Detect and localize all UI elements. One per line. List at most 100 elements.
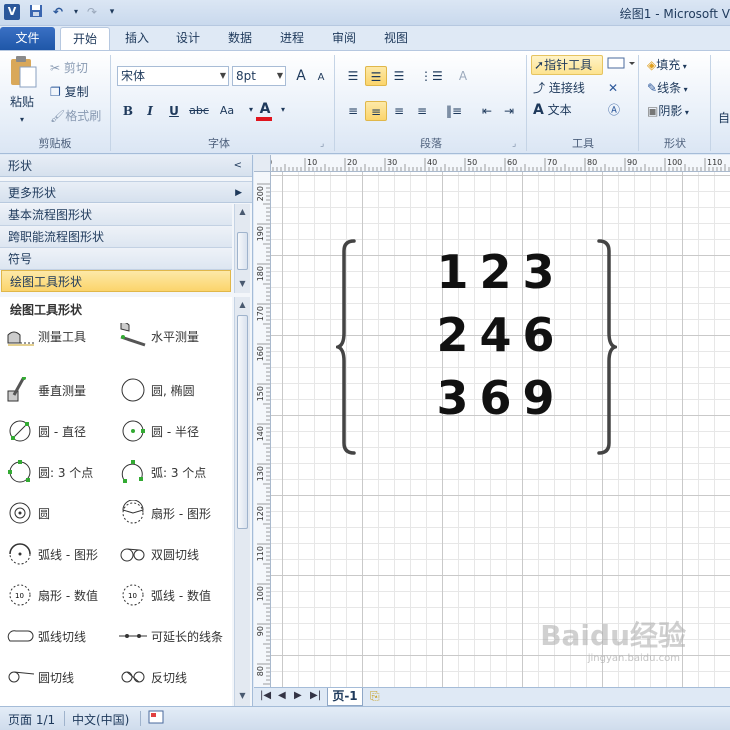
drawing-page[interactable]: 123 246 369 Baidu经验 jingyan.baidu.com: [271, 172, 730, 690]
tab-data[interactable]: 数据: [217, 27, 263, 50]
fill-button[interactable]: ◈填充 ▾: [647, 56, 687, 76]
bullets-icon[interactable]: ⋮☰: [420, 66, 443, 86]
redo-icon[interactable]: ↷: [84, 4, 100, 20]
cut-button[interactable]: ✂ 剪切: [50, 59, 88, 77]
shapes-scrollbar[interactable]: ▲ ▼: [234, 297, 250, 706]
bold-button[interactable]: B: [117, 101, 139, 121]
underline-button[interactable]: U: [163, 101, 185, 121]
ruler-label: 90: [627, 158, 637, 167]
font-size-combo[interactable]: 8pt ▼: [232, 66, 286, 86]
status-language[interactable]: 中文(中国): [72, 711, 129, 728]
collapse-pane-icon[interactable]: <: [234, 155, 242, 177]
align-middle-icon[interactable]: ☰: [365, 66, 387, 86]
shadow-button[interactable]: ▣阴影 ▾: [647, 102, 689, 122]
undo-dropdown-icon[interactable]: ▾: [68, 4, 84, 20]
chevron-down-icon: ▾: [682, 108, 689, 117]
last-page-icon[interactable]: ▶|: [310, 690, 321, 701]
stencil-cross-functional[interactable]: 跨职能流程图形状: [0, 226, 232, 248]
matrix-cell: 6: [479, 371, 512, 425]
stencil-basic-flowchart[interactable]: 基本流程图形状: [0, 204, 232, 226]
horizontal-ruler[interactable]: 0102030405060708090100110120130: [271, 155, 730, 172]
scroll-up-icon[interactable]: ▲: [235, 205, 250, 219]
scrollbar-thumb[interactable]: [237, 232, 248, 270]
matrix-cell: 9: [522, 371, 555, 425]
dialog-launcher-icon[interactable]: ⌟: [512, 135, 516, 153]
format-painter-button[interactable]: 🖌格式刷: [50, 107, 101, 125]
text-tool-button[interactable]: A 文本: [533, 101, 572, 119]
tab-design[interactable]: 设计: [165, 27, 211, 50]
macro-record-icon[interactable]: [148, 710, 164, 727]
strikethrough-button[interactable]: abc: [188, 101, 210, 121]
sector-value-icon: 10: [9, 584, 31, 606]
window-title: 绘图1 - Microsoft V: [619, 7, 730, 21]
font-name-combo[interactable]: 宋体 ▼: [117, 66, 229, 86]
stencil-symbols[interactable]: 符号: [0, 248, 232, 270]
paste-button[interactable]: 粘贴: [10, 93, 34, 111]
connection-point-icon[interactable]: ✕: [608, 79, 618, 97]
matrix-row-3[interactable]: 369: [431, 371, 581, 425]
pointer-tool-button[interactable]: ➚指针工具: [531, 55, 603, 75]
stencil-drawing-tools[interactable]: 绘图工具形状: [1, 270, 231, 292]
text-block-icon[interactable]: Ⓐ: [608, 101, 620, 119]
dialog-launcher-icon[interactable]: ⌟: [320, 135, 324, 153]
align-right-icon[interactable]: ≡: [388, 101, 410, 121]
svg-text:10: 10: [15, 592, 24, 600]
tab-process[interactable]: 进程: [269, 27, 315, 50]
vertical-ruler[interactable]: 200 190 180 170 160 150 140 130 120 110 100 90 80: [254, 172, 271, 690]
grow-font-button[interactable]: A: [290, 66, 312, 86]
matrix-row-1[interactable]: 123: [431, 245, 581, 299]
paste-icon[interactable]: [8, 55, 42, 95]
change-case-button[interactable]: Aa: [214, 101, 240, 121]
text-direction-icon[interactable]: A: [452, 66, 474, 86]
customize-toolbar-icon[interactable]: ▾: [104, 4, 120, 20]
status-page[interactable]: 页面 1/1: [8, 711, 55, 728]
scissors-icon: ✂: [50, 61, 61, 75]
align-bottom-icon[interactable]: ☰: [388, 66, 410, 86]
tab-insert[interactable]: 插入: [114, 27, 160, 50]
tab-review[interactable]: 审阅: [321, 27, 367, 50]
copy-button[interactable]: ❐ 复制: [50, 83, 89, 101]
scroll-down-icon[interactable]: ▼: [235, 689, 250, 703]
stencil-list-scrollbar[interactable]: ▲ ▼: [234, 204, 250, 293]
italic-button[interactable]: I: [139, 101, 161, 121]
divider: [638, 55, 639, 151]
scrollbar-thumb[interactable]: [237, 315, 248, 529]
tab-file[interactable]: 文件: [0, 27, 55, 50]
tab-home[interactable]: 开始: [60, 27, 110, 50]
shrink-font-button[interactable]: A: [310, 68, 332, 88]
increase-indent-icon[interactable]: ⇥: [498, 101, 520, 121]
prev-page-icon[interactable]: ◀: [278, 690, 286, 701]
rectangle-tool-icon[interactable]: [607, 56, 637, 75]
circle-icon: [121, 378, 145, 402]
scroll-down-icon[interactable]: ▼: [235, 277, 250, 291]
shapes-pane-header: 形状 <: [0, 155, 252, 177]
next-page-icon[interactable]: ▶: [294, 690, 302, 701]
scroll-up-icon[interactable]: ▲: [235, 298, 250, 312]
more-shapes-button[interactable]: 更多形状 ▶: [0, 181, 252, 203]
chevron-down-icon: ▾: [681, 85, 688, 94]
tab-view[interactable]: 视图: [373, 27, 419, 50]
align-top-icon[interactable]: ☰: [342, 66, 364, 86]
page-tab-1[interactable]: 页-1: [327, 688, 363, 706]
ruler-label: 110: [256, 546, 265, 561]
circle-radius-icon: [122, 420, 145, 442]
line-button[interactable]: ✎线条 ▾: [647, 79, 688, 99]
insert-page-icon[interactable]: ⎘: [370, 689, 380, 704]
right-brace[interactable]: [593, 237, 617, 457]
decrease-indent-icon[interactable]: ⇤: [476, 101, 498, 121]
align-left-icon[interactable]: ≡: [342, 101, 364, 121]
chevron-down-icon[interactable]: ▾: [272, 100, 294, 120]
line-spacing-icon[interactable]: ‖≡: [443, 101, 465, 121]
connector-tool-button[interactable]: ⤴ 连接线: [533, 79, 585, 97]
save-icon[interactable]: [28, 4, 44, 20]
justify-icon[interactable]: ≡: [411, 101, 433, 121]
align-center-icon[interactable]: ≡: [365, 101, 387, 121]
matrix-row-2[interactable]: 246: [431, 308, 581, 362]
divider: [526, 55, 527, 151]
auto-align-button[interactable]: 自: [718, 109, 730, 127]
first-page-icon[interactable]: |◀: [260, 690, 271, 701]
paste-dropdown-icon[interactable]: ▾: [20, 111, 24, 129]
undo-icon[interactable]: ↶: [50, 4, 66, 20]
left-brace[interactable]: [336, 237, 360, 457]
ruler-label: 150: [256, 386, 265, 401]
